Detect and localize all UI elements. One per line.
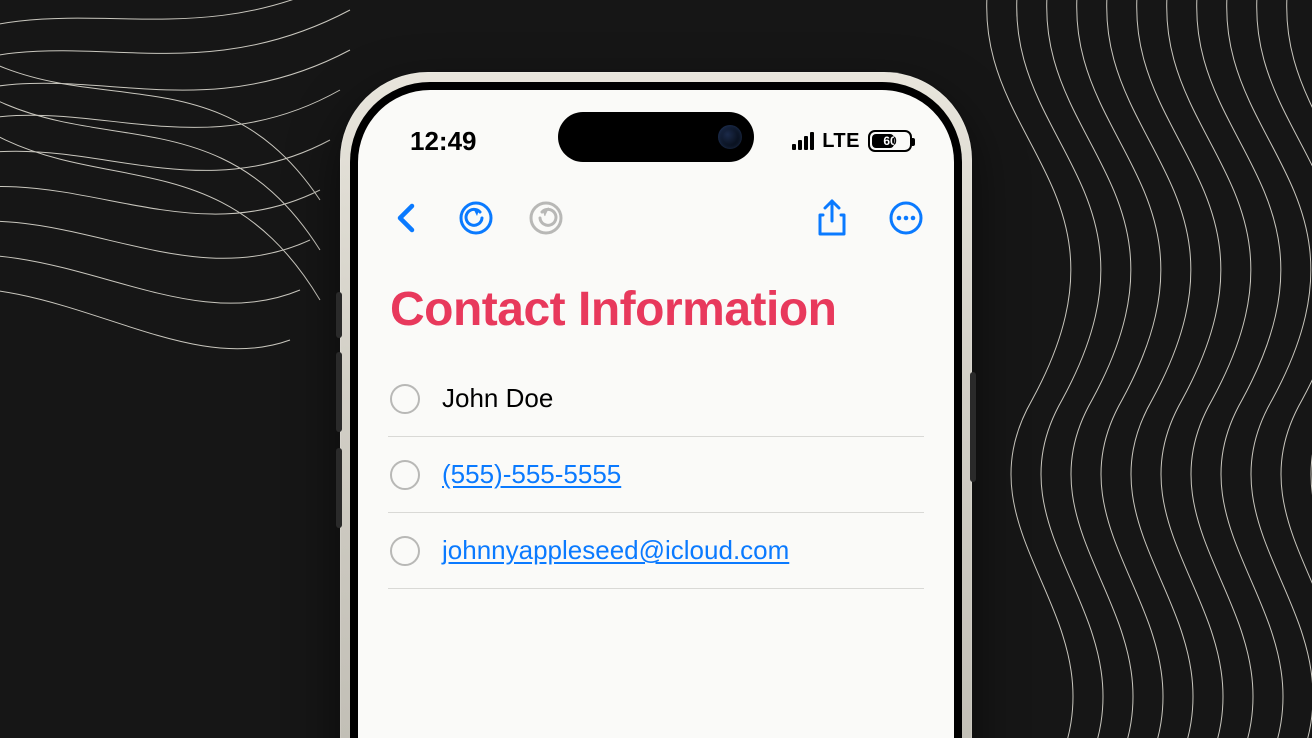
share-button[interactable] (812, 198, 852, 238)
phone-link[interactable]: (555)-555-5555 (442, 459, 621, 490)
notes-toolbar (358, 190, 954, 246)
checklist-item[interactable]: John Doe (388, 361, 924, 437)
chevron-left-icon (396, 202, 416, 234)
decorative-lines-left (0, 0, 360, 480)
volume-down-button (336, 448, 342, 528)
back-button[interactable] (386, 198, 426, 238)
cellular-signal-icon (792, 132, 814, 150)
email-link[interactable]: johnnyappleseed@icloud.com (442, 535, 789, 566)
status-time: 12:49 (410, 126, 477, 157)
battery-percent: 60 (870, 134, 910, 148)
checkbox-icon[interactable] (390, 536, 420, 566)
share-icon (816, 199, 848, 237)
checkbox-icon[interactable] (390, 384, 420, 414)
note-content: Contact Information John Doe (555)-555-5… (358, 270, 954, 738)
mute-switch (336, 292, 342, 338)
more-button[interactable] (886, 198, 926, 238)
battery-icon: 60 (868, 130, 912, 152)
ellipsis-circle-icon (888, 200, 924, 236)
volume-up-button (336, 352, 342, 432)
checklist-item[interactable]: (555)-555-5555 (388, 437, 924, 513)
status-bar: 12:49 LTE 60 (358, 90, 954, 168)
phone-screen: 12:49 LTE 60 (358, 90, 954, 738)
network-type: LTE (822, 130, 860, 153)
undo-button[interactable] (456, 198, 496, 238)
phone-frame: 12:49 LTE 60 (340, 72, 972, 738)
power-button (970, 372, 976, 482)
undo-icon (458, 200, 494, 236)
checkbox-icon[interactable] (390, 460, 420, 490)
note-title: Contact Information (390, 282, 924, 337)
checklist-item[interactable]: johnnyappleseed@icloud.com (388, 513, 924, 589)
redo-icon (528, 200, 564, 236)
redo-button (526, 198, 566, 238)
decorative-lines-right (932, 0, 1312, 738)
checklist-item-text: John Doe (442, 383, 553, 414)
